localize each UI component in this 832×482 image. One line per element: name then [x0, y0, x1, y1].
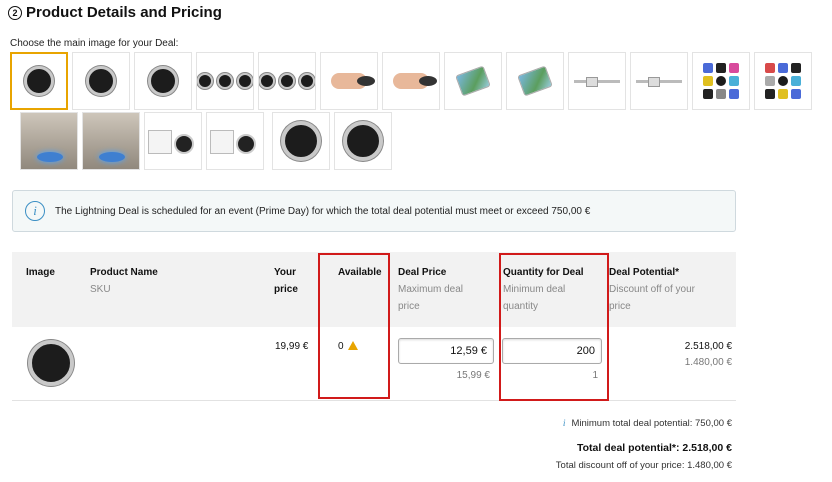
header-product-name-label: Product Name	[90, 267, 158, 278]
image-thumbnail[interactable]	[568, 52, 626, 110]
event-notice: i The Lightning Deal is scheduled for an…	[12, 190, 736, 232]
image-thumbnail[interactable]	[258, 52, 316, 110]
total-discount: Total discount off of your price: 1.480,…	[555, 460, 732, 471]
image-thumbnail[interactable]	[144, 112, 202, 170]
deal-price-input[interactable]: 12,59 €	[398, 338, 494, 364]
image-thumbnail[interactable]	[754, 52, 812, 110]
image-thumbnail[interactable]	[506, 52, 564, 110]
header-deal-potential: Deal Potential* Discount off of your pri…	[609, 264, 695, 315]
quantity-highlight	[499, 253, 609, 401]
header-deal-potential-label: Deal Potential*	[609, 267, 680, 278]
product-image	[28, 340, 74, 386]
image-thumbnail[interactable]	[272, 112, 330, 170]
image-thumbnail[interactable]	[334, 112, 392, 170]
your-price-value: 19,99 €	[275, 341, 309, 352]
image-thumbnail[interactable]	[630, 52, 688, 110]
image-thumbnail[interactable]	[382, 52, 440, 110]
header-image: Image	[26, 267, 55, 278]
header-deal-price-label: Deal Price	[398, 267, 447, 278]
image-thumbnail[interactable]	[320, 52, 378, 110]
min-potential-line: i Minimum total deal potential: 750,00 €	[563, 418, 732, 429]
min-potential-text: Minimum total deal potential: 750,00 €	[571, 418, 732, 429]
header-sku: SKU	[90, 284, 111, 295]
header-your-price-line1: Your	[274, 267, 297, 278]
image-thumbnail-selected[interactable]	[10, 52, 68, 110]
image-thumbnail[interactable]	[206, 112, 264, 170]
section-title-text: Product Details and Pricing	[26, 4, 222, 21]
choose-image-label: Choose the main image for your Deal:	[10, 38, 179, 49]
info-small-icon: i	[562, 419, 566, 429]
image-thumbnail[interactable]	[82, 112, 140, 170]
image-thumbnail[interactable]	[72, 52, 130, 110]
image-thumbnail[interactable]	[20, 112, 78, 170]
image-thumbnail[interactable]	[692, 52, 750, 110]
header-your-price: Your price	[274, 264, 298, 298]
header-your-price-line2: price	[274, 284, 298, 295]
total-potential: Total deal potential*: 2.518,00 €	[576, 442, 732, 454]
deal-price-max: 15,99 €	[456, 370, 490, 381]
image-thumbnail[interactable]	[196, 52, 254, 110]
available-highlight	[318, 253, 390, 399]
row-divider	[12, 400, 736, 401]
header-deal-price-sub1: Maximum deal	[398, 284, 464, 295]
header-deal-potential-sub2: price	[609, 301, 631, 312]
discount-value: 1.480,00 €	[684, 357, 732, 368]
header-product-name: Product Name SKU	[90, 264, 158, 298]
header-deal-potential-sub1: Discount off of your	[609, 284, 695, 295]
image-thumbnail[interactable]	[134, 52, 192, 110]
deal-potential-value: 2.518,00 €	[684, 341, 732, 352]
step-number-icon: 2	[8, 5, 22, 20]
header-deal-price-sub2: price	[398, 301, 420, 312]
section-title: 2 Product Details and Pricing	[8, 4, 222, 21]
header-deal-price: Deal Price Maximum deal price	[398, 264, 463, 315]
info-icon: i	[25, 201, 45, 221]
event-notice-text: The Lightning Deal is scheduled for an e…	[55, 205, 591, 217]
image-thumbnail[interactable]	[444, 52, 502, 110]
